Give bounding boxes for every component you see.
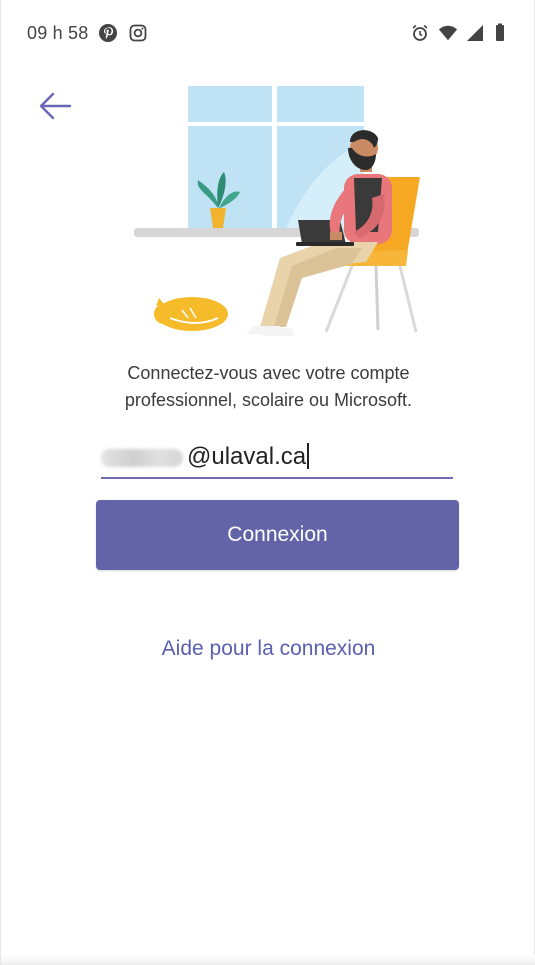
signin-prompt-line1: Connectez-vous avec votre compte — [127, 363, 410, 383]
signal-icon — [466, 23, 486, 43]
login-screen: 09 h 58 Connectez-vous avec votre compte… — [0, 0, 535, 965]
back-button[interactable] — [35, 88, 75, 128]
redacted-username — [101, 449, 183, 467]
status-right — [410, 23, 514, 43]
bottom-edge — [1, 955, 535, 965]
email-field[interactable]: @ulaval.ca — [101, 437, 453, 479]
person-working-laptop-illustration — [126, 82, 436, 347]
signin-prompt: Connectez-vous avec votre compte profess… — [61, 360, 476, 414]
text-cursor — [307, 443, 310, 469]
alarm-icon — [410, 23, 430, 43]
pinterest-icon — [98, 23, 118, 43]
signin-prompt-line2: professionnel, scolaire ou Microsoft. — [124, 390, 413, 410]
arrow-left-icon — [38, 91, 72, 126]
connect-button[interactable]: Connexion — [96, 500, 459, 570]
battery-icon — [494, 23, 514, 43]
status-left: 09 h 58 — [27, 23, 148, 44]
wifi-icon — [438, 23, 458, 43]
signin-help-link[interactable]: Aide pour la connexion — [1, 637, 535, 661]
email-value: @ulaval.ca — [187, 443, 307, 470]
status-bar: 09 h 58 — [1, 0, 535, 66]
instagram-icon — [128, 23, 148, 43]
status-time: 09 h 58 — [27, 22, 89, 43]
